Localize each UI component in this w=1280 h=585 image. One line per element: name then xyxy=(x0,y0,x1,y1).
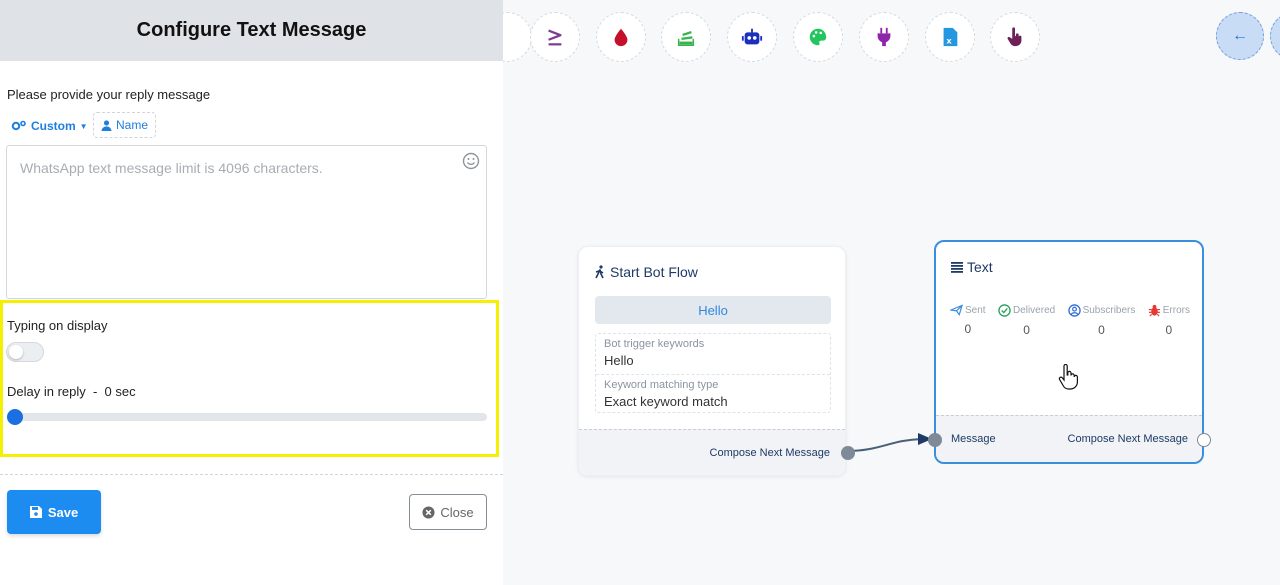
stat-errors-value: 0 xyxy=(1165,323,1173,337)
stat-errors-label: Errors xyxy=(1162,305,1190,316)
custom-dropdown-button[interactable]: Custom ▼ xyxy=(8,114,91,138)
pointer-hand-icon[interactable] xyxy=(990,12,1040,62)
compare-icon[interactable] xyxy=(530,12,580,62)
message-input-label: Message xyxy=(951,433,996,445)
stat-delivered: Delivered 0 xyxy=(998,304,1055,337)
reply-prompt-label: Please provide your reply message xyxy=(7,87,211,102)
toggle-knob xyxy=(9,345,23,359)
delay-reply-label: Delay in reply - 0 sec xyxy=(7,384,136,399)
custom-label: Custom xyxy=(31,119,76,133)
panel-title: Configure Text Message xyxy=(136,19,367,41)
bug-icon xyxy=(1148,304,1160,317)
stack-icon[interactable] xyxy=(661,12,711,62)
delay-slider-track[interactable] xyxy=(8,413,487,421)
drop-icon[interactable] xyxy=(596,12,646,62)
check-circle-icon xyxy=(998,304,1011,317)
insert-name-button[interactable]: Name xyxy=(93,112,157,138)
close-label: Close xyxy=(440,504,474,520)
plug-icon[interactable] xyxy=(859,12,909,62)
text-input-port[interactable] xyxy=(928,433,942,447)
stat-errors: Errors 0 xyxy=(1148,304,1190,337)
name-label: Name xyxy=(116,118,149,132)
panel-header: Configure Text Message xyxy=(0,0,503,61)
hand-cursor-icon xyxy=(1058,364,1078,390)
delay-slider-handle[interactable] xyxy=(7,409,23,425)
start-node-title: Start Bot Flow xyxy=(594,264,698,280)
svg-text:x: x xyxy=(946,35,952,45)
typing-display-label: Typing on display xyxy=(7,318,108,333)
floppy-disk-icon xyxy=(29,506,42,518)
trigger-keywords-label: Bot trigger keywords xyxy=(604,338,705,350)
forward-nav-icon[interactable] xyxy=(1270,12,1280,60)
user-circle-icon xyxy=(1067,304,1081,317)
keyword-info-box: Bot trigger keywords Hello Keyword match… xyxy=(595,333,831,413)
close-circle-icon xyxy=(422,505,435,519)
text-node-footer: Message Compose Next Message xyxy=(936,415,1202,462)
save-label: Save xyxy=(47,504,79,520)
trigger-keywords-row: Bot trigger keywords Hello xyxy=(596,334,830,374)
paper-plane-icon xyxy=(950,304,963,316)
robot-icon[interactable] xyxy=(727,12,777,62)
matching-type-label: Keyword matching type xyxy=(604,379,719,391)
text-node-title: Text xyxy=(951,259,993,275)
typing-display-toggle[interactable] xyxy=(6,342,44,362)
matching-type-row: Keyword matching type Exact keyword matc… xyxy=(596,374,830,414)
message-output-label: Compose Next Message xyxy=(1067,433,1188,445)
close-button[interactable]: Close xyxy=(409,494,487,530)
stat-subscribers-label: Subscribers xyxy=(1082,305,1136,316)
start-node-title-text: Start Bot Flow xyxy=(610,264,698,280)
start-output-label: Compose Next Message xyxy=(709,447,830,459)
back-arrow-icon[interactable]: ← xyxy=(1216,12,1264,60)
stat-sent: Sent 0 xyxy=(950,304,986,337)
walking-person-icon xyxy=(595,265,604,279)
user-icon xyxy=(101,119,112,131)
keyword-pill: Hello xyxy=(595,296,831,324)
align-justify-icon xyxy=(951,261,963,273)
palette-icon[interactable] xyxy=(793,12,843,62)
stat-subscribers: Subscribers 0 xyxy=(1067,304,1136,337)
text-node-title-text: Text xyxy=(967,259,993,275)
caret-down-icon: ▼ xyxy=(79,121,88,131)
stats-row: Sent 0 Delivered 0 Subscribers 0 Errors … xyxy=(950,304,1190,337)
text-message-node[interactable]: Text Sent 0 Delivered 0 Subscribers 0 Er… xyxy=(928,240,1211,464)
configure-panel: Configure Text Message Please provide yo… xyxy=(0,0,503,585)
start-output-port[interactable] xyxy=(841,446,855,460)
excel-file-icon[interactable]: x xyxy=(925,12,975,62)
reply-message-input[interactable] xyxy=(6,145,487,299)
divider xyxy=(0,474,503,475)
matching-type-value: Exact keyword match xyxy=(604,394,728,409)
save-button[interactable]: Save xyxy=(7,490,101,534)
trigger-keywords-value: Hello xyxy=(604,353,634,368)
start-bot-flow-node[interactable]: Start Bot Flow Hello Bot trigger keyword… xyxy=(578,246,855,476)
gears-icon xyxy=(11,120,26,131)
emoji-icon[interactable] xyxy=(462,152,480,170)
text-output-port[interactable] xyxy=(1197,433,1211,447)
stat-sent-label: Sent xyxy=(965,304,986,316)
stat-sent-value: 0 xyxy=(964,322,972,336)
start-node-footer: Compose Next Message xyxy=(579,429,845,475)
stat-subscribers-value: 0 xyxy=(1098,323,1105,337)
stat-delivered-label: Delivered xyxy=(1012,305,1056,316)
stat-delivered-value: 0 xyxy=(1023,323,1030,337)
